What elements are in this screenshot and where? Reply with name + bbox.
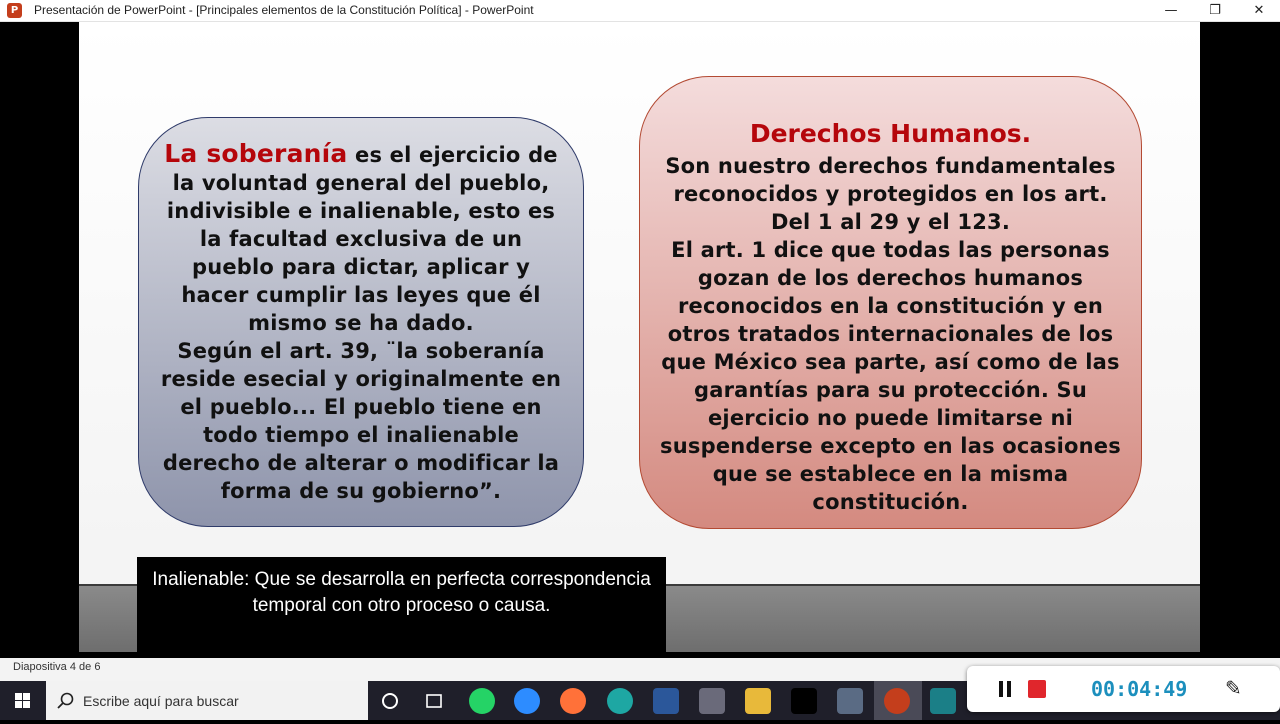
pen-icon[interactable]: ✎ xyxy=(1225,676,1242,700)
cortana-icon[interactable] xyxy=(377,688,403,714)
camera-icon[interactable] xyxy=(930,688,956,714)
whatsapp-icon[interactable] xyxy=(469,688,495,714)
restore-button[interactable]: ❐ xyxy=(1193,0,1237,21)
derechos-humanos-text: Son nuestro derechos fundamentales recon… xyxy=(660,152,1121,516)
task-view-icon[interactable] xyxy=(421,688,447,714)
minimize-button[interactable]: — xyxy=(1149,0,1193,21)
search-placeholder: Escribe aquí para buscar xyxy=(83,693,239,709)
recording-timer: 00:04:49 xyxy=(1091,677,1188,701)
slide-counter: Diapositiva 4 de 6 xyxy=(13,661,101,673)
screen-recorder-bar: 00:04:49 ✎ xyxy=(967,666,1280,712)
definition-caption: Inalienable: Que se desarrolla en perfec… xyxy=(137,557,666,652)
powerpoint-icon[interactable] xyxy=(884,688,910,714)
edge-icon[interactable] xyxy=(607,688,633,714)
window-title: Presentación de PowerPoint - [Principale… xyxy=(34,3,534,17)
derechos-humanos-paragraph-1: Son nuestro derechos fundamentales recon… xyxy=(665,154,1116,234)
soberania-box: La soberanía es el ejercicio de la volun… xyxy=(138,117,584,527)
window-title-bar: P Presentación de PowerPoint - [Principa… xyxy=(0,0,1280,22)
file-explorer-icon[interactable] xyxy=(745,688,771,714)
store-icon[interactable] xyxy=(699,688,725,714)
firefox-icon[interactable] xyxy=(560,688,586,714)
taskbar-search-box[interactable]: Escribe aquí para buscar xyxy=(46,681,368,720)
powerpoint-app-icon: P xyxy=(7,3,22,18)
derechos-humanos-paragraph-2: El art. 1 dice que todas las personas go… xyxy=(660,238,1121,514)
pause-icon[interactable] xyxy=(997,681,1013,697)
calculator-icon[interactable] xyxy=(837,688,863,714)
soberania-text: La soberanía es el ejercicio de la volun… xyxy=(159,140,563,505)
search-icon xyxy=(57,692,74,709)
close-button[interactable]: ✕ xyxy=(1237,0,1280,21)
netflix-icon[interactable] xyxy=(791,688,817,714)
soberania-quote: Según el art. 39, ¨la soberanía reside e… xyxy=(160,339,562,503)
soberania-definition: es el ejercicio de la voluntad general d… xyxy=(166,143,558,335)
soberania-highlight: La soberanía xyxy=(164,139,348,168)
word-icon[interactable] xyxy=(653,688,679,714)
derechos-humanos-heading: Derechos Humanos. xyxy=(749,119,1032,148)
start-button[interactable] xyxy=(0,681,46,720)
zoom-icon[interactable] xyxy=(514,688,540,714)
stop-record-button[interactable] xyxy=(1028,680,1046,698)
derechos-humanos-box: Derechos Humanos. Son nuestro derechos f… xyxy=(639,76,1142,529)
windows-logo-icon xyxy=(15,693,30,708)
